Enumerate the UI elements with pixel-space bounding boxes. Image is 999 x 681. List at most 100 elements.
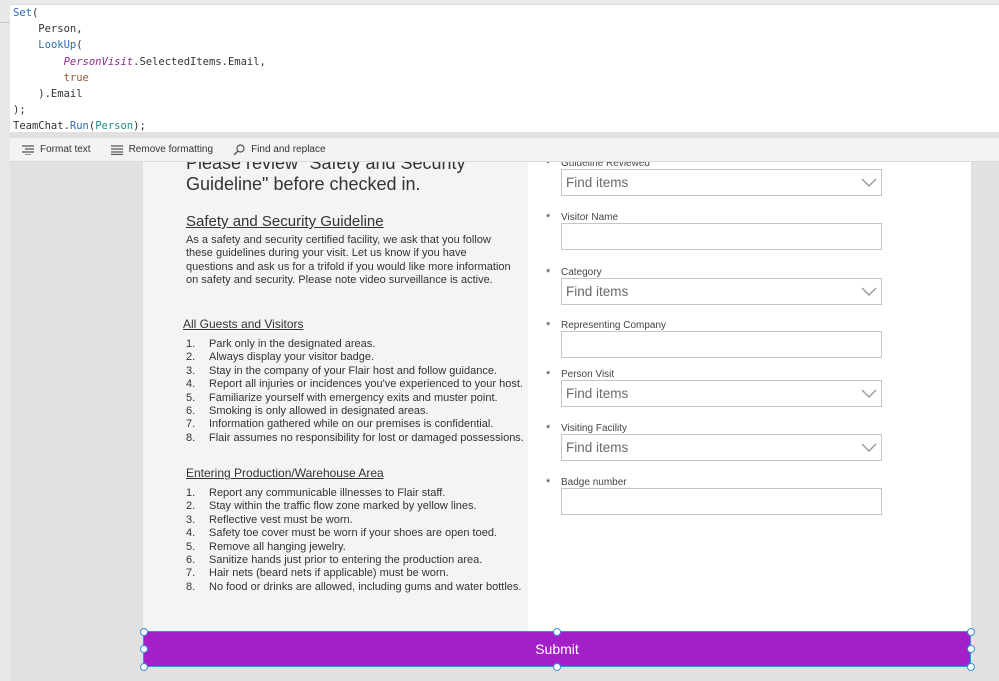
rule-item: 6. Sanitize hands just prior to entering … [186,554,521,567]
production-title: Entering Production/Warehouse Area [186,466,384,480]
rule-number: 8. [186,580,196,593]
resize-handle-left[interactable] [140,645,148,653]
rule-number: 8. [186,431,196,444]
rule-text: Remove all hanging jewelry. [209,540,346,553]
rule-item: 1. Report any communicable illnesses to F… [186,487,521,500]
chevron-down-icon[interactable] [861,284,877,298]
person-visit-combobox[interactable]: Find items [561,380,882,407]
remove-formatting-label: Remove formatting [128,144,214,155]
resize-handle-top[interactable] [553,628,561,636]
code-token: Person [95,120,134,133]
rule-item: 8. Flair assumes no responsibility for lo… [186,432,524,445]
code-token: ); [133,120,146,133]
guideline-panel: Please review "Safety and Security Guide… [143,150,528,650]
rule-number: 1. [186,487,196,499]
rule-number: 4. [186,527,196,540]
resize-handle-right[interactable] [967,645,975,653]
rule-number: 3. [186,364,196,377]
rule-number: 7. [186,567,196,580]
resize-handle-top-left[interactable] [140,628,148,636]
rule-text: Sanitize hands just prior to entering th… [209,554,483,567]
required-star: * [546,477,551,489]
rule-number: 3. [186,513,196,526]
gutter-divider [0,22,10,23]
resize-handle-bottom-left[interactable] [140,663,148,671]
code-token: ).Email [13,88,83,101]
chevron-down-icon[interactable] [861,386,877,400]
rule-number: 5. [186,540,196,553]
rule-item: 2. Always display your visitor badge. [186,351,524,364]
format-text-label: Format text [40,144,91,155]
required-star: * [546,212,551,224]
visiting-facility-combobox[interactable]: Find items [561,434,882,461]
code-token: LookUp [38,39,77,52]
find-replace-button[interactable]: Find and replace [233,143,326,156]
rule-item: 6. Smoking is only allowed in designated … [186,405,524,418]
safety-guideline-paragraph: As a safety and security certified facil… [186,234,511,287]
formula-editor[interactable]: Set( Person, LookUp( PersonVisit.Selecte… [10,5,999,133]
code-token: ( [76,39,83,52]
rule-text: Report any communicable illnesses to Fla… [209,487,446,499]
remove-formatting-button[interactable]: Remove formatting [110,144,214,155]
chevron-down-icon[interactable] [861,175,877,189]
rule-number: 4. [186,378,196,391]
rule-item: 8. No food or drinks are allowed, includi… [186,581,521,594]
rule-item: 7. Information gathered while on our prem… [186,418,524,431]
rule-text: No food or drinks are allowed, including… [209,580,522,593]
badge-number-input[interactable] [561,488,882,515]
rule-number: 7. [186,418,196,431]
combobox-placeholder: Find items [566,440,629,455]
format-text-icon [22,144,34,155]
code-token: Run [69,120,89,133]
visitor-name-input[interactable] [561,223,882,250]
formula-toolbar: Format text Remove formatting Find and r… [10,137,999,162]
rule-item: 4. Safety toe cover must be worn if your … [186,527,521,540]
format-text-button[interactable]: Format text [22,144,91,155]
combobox-placeholder: Find items [566,284,629,299]
find-replace-label: Find and replace [251,144,326,155]
code-token: .SelectedItems.Email, [133,55,266,68]
code-token: TeamChat. [13,120,70,133]
chevron-down-icon[interactable] [861,440,877,454]
rule-number: 1. [186,338,196,350]
submit-button[interactable]: Submit [143,631,971,667]
rule-item: 7. Hair nets (beard nets if applicable) m… [186,567,521,580]
rule-text: Always display your visitor badge. [209,351,375,364]
code-token: true [63,71,89,84]
rule-text: Smoking is only allowed in designated ar… [209,405,429,418]
person-visit-label: Person Visit [561,369,615,380]
code-token: PersonVisit [63,55,134,68]
rule-number: 2. [186,351,196,364]
required-star: * [546,320,551,332]
combobox-placeholder: Find items [566,386,629,401]
resize-handle-bottom[interactable] [553,663,561,671]
safety-guideline-title: Safety and Security Guideline [186,213,384,230]
rule-item: 2. Stay within the traffic flow zone mark… [186,500,521,513]
resize-handle-bottom-right[interactable] [967,663,975,671]
code-token: Person, [13,23,83,36]
left-gutter [0,0,10,681]
resize-handle-top-right[interactable] [967,628,975,636]
guests-rules-list: 1. Park only in the designated areas. 2. Al… [186,338,524,445]
rule-text: Information gathered while on our premis… [209,418,494,431]
guideline-reviewed-combobox[interactable]: Find items [561,169,882,196]
rule-number: 5. [186,391,196,404]
rule-item: 3. Stay in the company of your Flair host… [186,365,524,378]
app-canvas: Please review "Safety and Security Guide… [143,150,971,650]
category-combobox[interactable]: Find items [561,278,882,305]
rule-number: 6. [186,554,196,567]
representing-company-input[interactable] [561,331,882,358]
rule-item: 5. Familiarize yourself with emergency ex… [186,392,524,405]
rule-item: 5. Remove all hanging jewelry. [186,541,521,554]
search-icon [233,143,245,155]
visitor-name-label: Visitor Name [561,212,619,223]
formula-code[interactable]: Set( Person, LookUp( PersonVisit.Selecte… [13,5,266,135]
rule-item: 4. Report all injuries or incidences you'… [186,378,524,391]
rule-text: Park only in the designated areas. [209,338,376,350]
rule-number: 6. [186,405,196,418]
rule-number: 2. [186,500,196,513]
remove-formatting-icon [110,144,123,155]
code-token: Set [13,7,32,19]
